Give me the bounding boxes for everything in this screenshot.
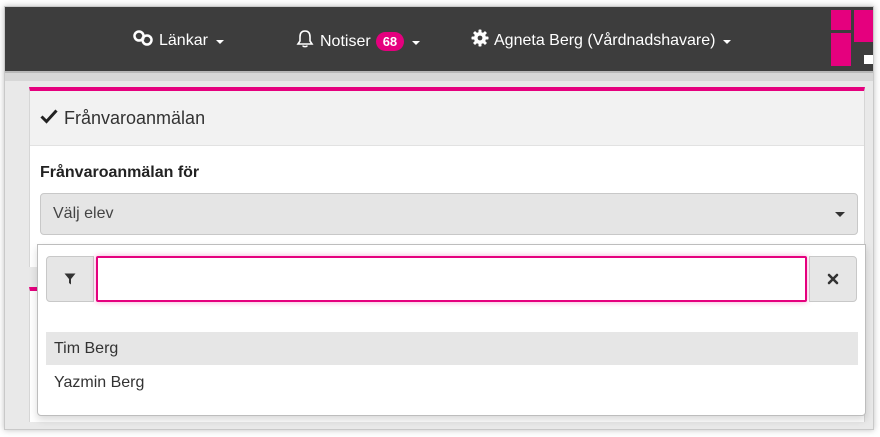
absence-report-panel: Frånvaroanmälan Frånvaroanmälan för Välj… <box>29 87 865 267</box>
close-icon[interactable] <box>809 256 857 302</box>
student-select-value: Välj elev <box>53 205 114 222</box>
list-item[interactable]: Yazmin Berg <box>46 366 858 399</box>
filter-row <box>46 256 857 302</box>
link-icon <box>132 29 154 52</box>
app-window: Länkar Notiser 68 Agneta Berg (Vårdnadsh… <box>4 6 874 430</box>
filter-icon <box>46 256 94 302</box>
top-navigation-bar: Länkar Notiser 68 Agneta Berg (Vårdnadsh… <box>5 7 873 71</box>
notices-menu[interactable]: Notiser 68 <box>295 29 421 54</box>
check-icon <box>40 108 58 129</box>
chevron-down-icon <box>723 39 732 44</box>
divider-strip <box>5 71 873 81</box>
user-label: Agneta Berg (Vårdnadshavare) <box>494 31 716 49</box>
student-field-label: Frånvaroanmälan för <box>40 164 200 181</box>
gear-icon <box>471 29 489 52</box>
filter-input[interactable] <box>96 256 807 302</box>
panel-title: Frånvaroanmälan <box>64 107 206 128</box>
chevron-down-icon <box>835 212 845 217</box>
panel-heading: Frånvaroanmälan <box>30 91 864 146</box>
user-menu[interactable]: Agneta Berg (Vårdnadshavare) <box>471 29 732 52</box>
links-label: Länkar <box>159 31 208 49</box>
brand-logo <box>831 10 873 66</box>
chevron-down-icon <box>412 40 421 45</box>
student-select[interactable]: Välj elev <box>40 193 858 235</box>
student-dropdown: Tim Berg Yazmin Berg <box>37 244 866 416</box>
chevron-down-icon <box>215 39 224 44</box>
bell-icon <box>295 29 315 54</box>
notices-label: Notiser <box>320 32 371 50</box>
links-menu[interactable]: Länkar <box>132 29 224 52</box>
notices-count-badge: 68 <box>375 32 405 51</box>
list-item[interactable]: Tim Berg <box>46 332 858 365</box>
